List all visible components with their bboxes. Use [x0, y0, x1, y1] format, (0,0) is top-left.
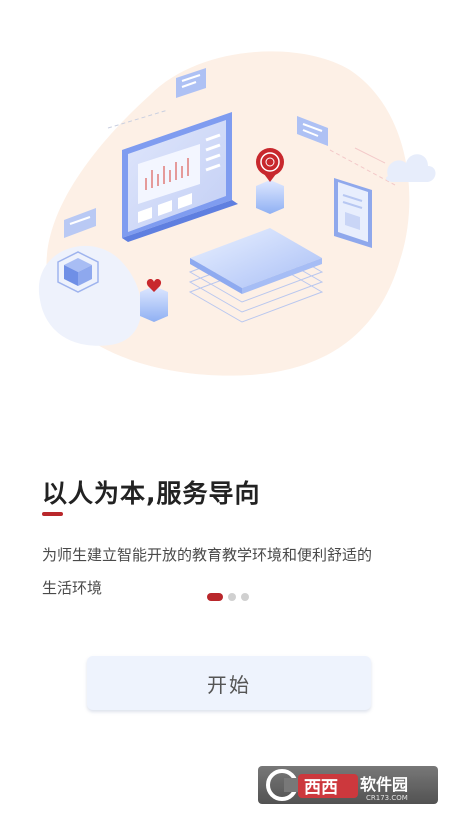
tablet-device — [334, 178, 372, 248]
title-accent-bar — [42, 512, 63, 516]
slide-title: 以人为本,服务导向 — [42, 479, 261, 508]
svg-text:CR173.COM: CR173.COM — [366, 794, 408, 802]
start-button[interactable]: 开始 — [87, 656, 371, 710]
page-indicator — [207, 593, 249, 601]
svg-text:软件园: 软件园 — [360, 775, 408, 794]
page-dot-3[interactable] — [241, 593, 249, 601]
onboarding-screen: 以人为本,服务导向 为师生建立智能开放的教育教学环境和便利舒适的 生活环境 开始… — [0, 0, 458, 814]
page-dot-1[interactable] — [207, 593, 223, 601]
description-line-2: 生活环境 — [42, 579, 103, 597]
svg-text:西西: 西西 — [304, 778, 338, 798]
description-line-1: 为师生建立智能开放的教育教学环境和便利舒适的 — [42, 546, 373, 564]
watermark-logo: 西西 软件园 CR173.COM — [258, 766, 438, 804]
page-dot-2[interactable] — [228, 593, 236, 601]
isometric-classroom-illustration — [38, 51, 436, 376]
